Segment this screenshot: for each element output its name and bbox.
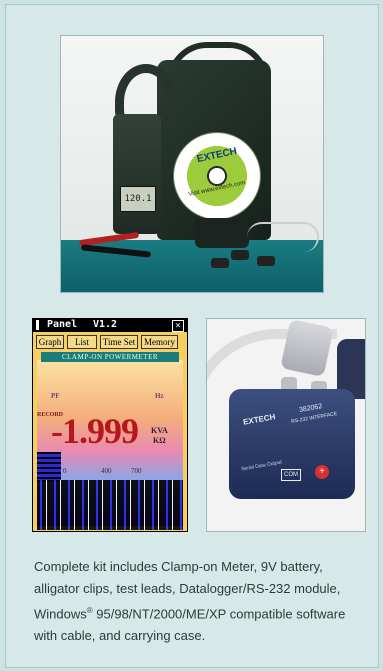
pf-label: PF	[51, 392, 60, 400]
kit-caption: Complete kit includes Clamp-on Meter, 9V…	[34, 556, 352, 647]
alligator-clip	[211, 258, 229, 268]
rs232-module-photo: EXTECH 382062 RS-232 INTERFACE Serial Da…	[206, 318, 366, 532]
module-case	[229, 389, 355, 499]
com-terminal: COM	[281, 469, 301, 481]
software-panel-screenshot: Panel V1.2 × Graph List Time Set Memory …	[32, 318, 188, 532]
meter-header-band: CLAMP-ON POWERMETER	[41, 352, 179, 362]
memory-button: Memory	[141, 335, 178, 349]
scale-tick: 400	[101, 467, 112, 475]
menu-icon	[36, 320, 39, 330]
panel-toolbar: Graph List Time Set Memory	[36, 335, 186, 349]
plus-terminal-icon: +	[315, 465, 329, 479]
datalogger-module	[195, 218, 249, 248]
hz-label: Hz	[155, 392, 164, 400]
product-kit-photo: 120.1 EXTECH Visit www.extech.com	[60, 35, 324, 293]
panel-version: V1.2	[93, 319, 118, 330]
rs232-cable	[247, 222, 319, 252]
display-artifact	[37, 480, 183, 530]
software-cd	[173, 132, 261, 220]
panel-body: Graph List Time Set Memory CLAMP-ON POWE…	[33, 332, 187, 531]
alligator-clip	[231, 250, 249, 260]
panel-title: Panel	[47, 319, 78, 330]
meter-display: 120.1	[120, 186, 156, 212]
list-button: List	[67, 335, 97, 349]
close-icon: ×	[172, 320, 184, 332]
bargraph-scale: 0 400 700	[45, 467, 175, 475]
clamp-meter	[113, 114, 161, 234]
scale-tick: 0	[63, 467, 67, 475]
panel-titlebar: Panel V1.2 ×	[33, 319, 187, 332]
unit-primary: KVA	[151, 426, 168, 435]
unit-secondary: KΩ	[153, 436, 166, 445]
scale-tick: 700	[131, 467, 142, 475]
graph-button: Graph	[36, 335, 64, 349]
main-reading: -1.999	[51, 411, 139, 451]
time-set-button: Time Set	[100, 335, 138, 349]
alligator-clip	[257, 256, 275, 266]
